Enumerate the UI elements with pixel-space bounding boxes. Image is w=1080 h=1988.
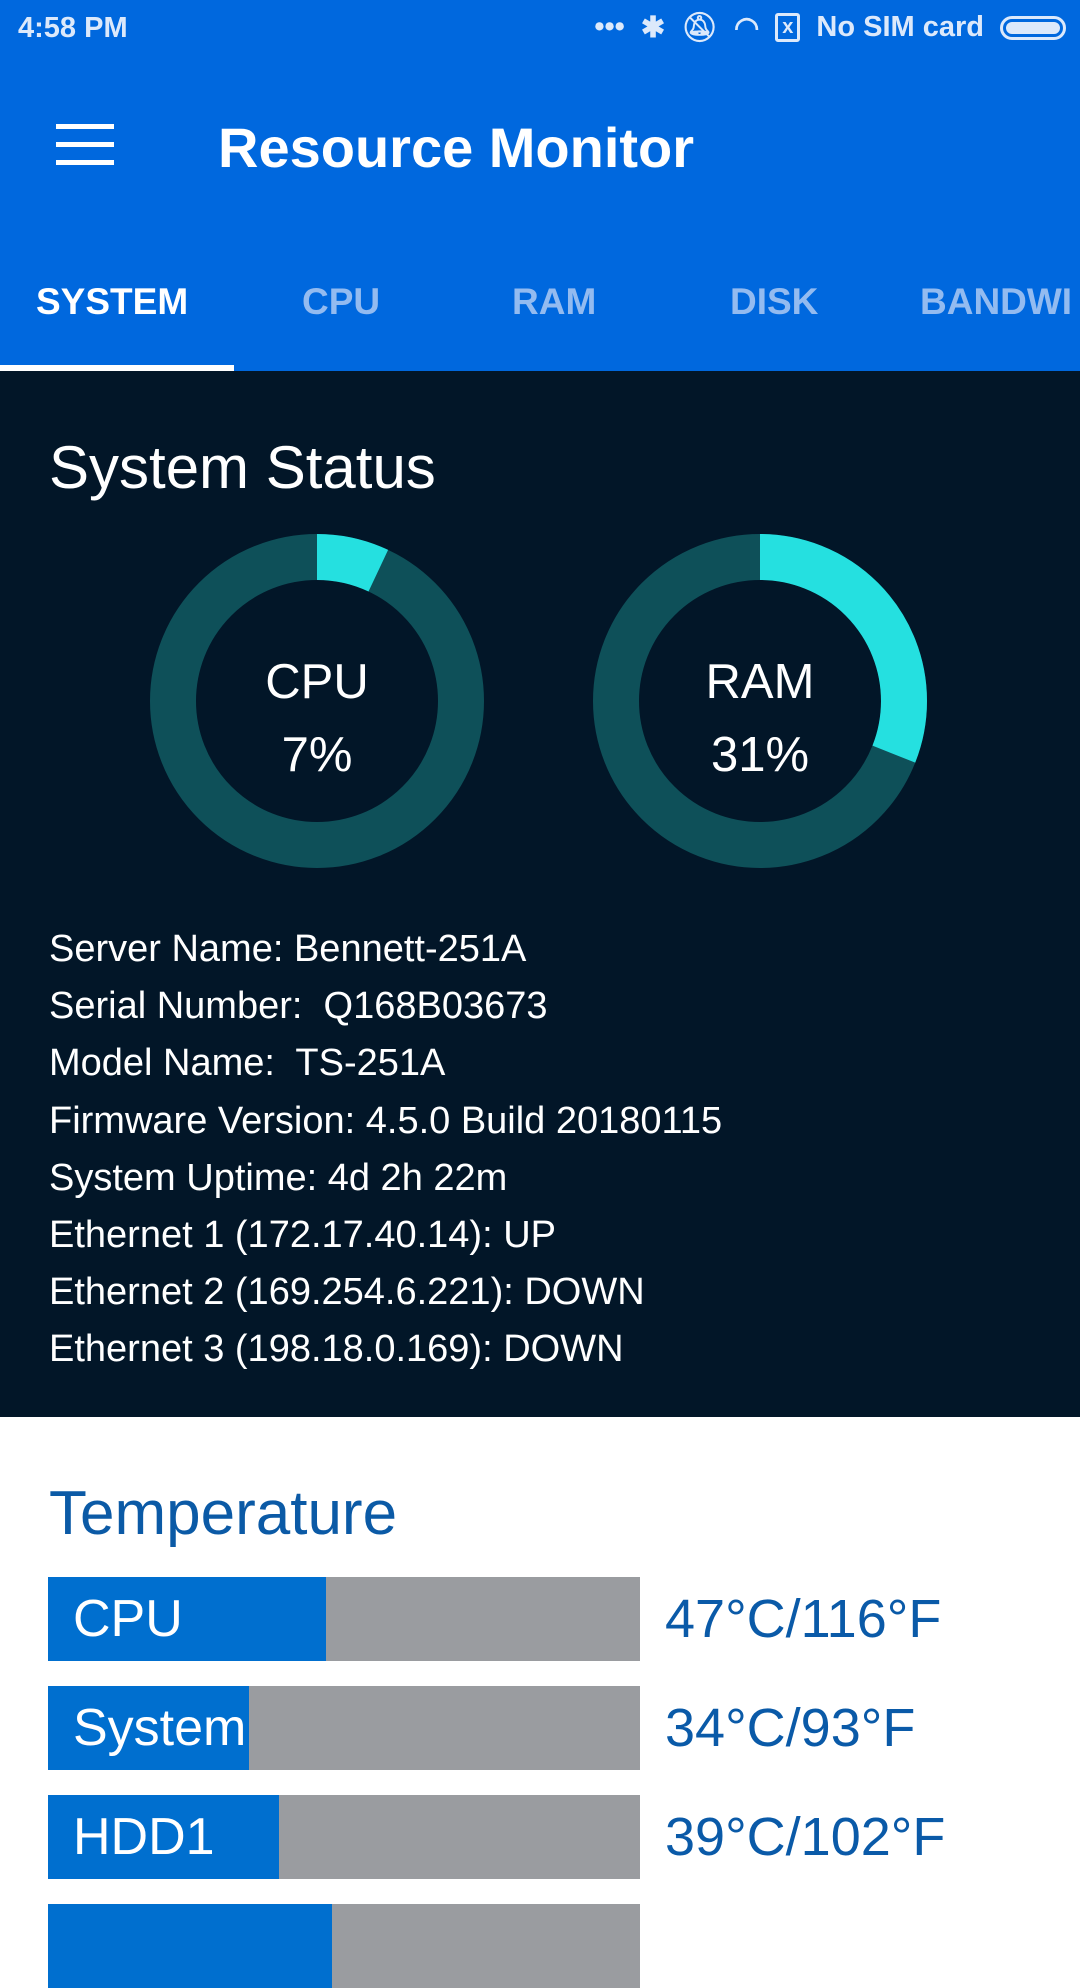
ethernet-3: Ethernet 3 (198.18.0.169): DOWN <box>49 1328 624 1371</box>
temp-value: 39°C/102°F <box>665 1807 946 1867</box>
wifi-icon: ◠ <box>733 12 760 44</box>
gauge-value: 31% <box>710 728 810 782</box>
ethernet-2: Ethernet 2 (169.254.6.221): DOWN <box>49 1271 645 1314</box>
system-status-section: System Status CPU 7% RAM 31% Server Name… <box>0 371 1080 1417</box>
bluetooth-icon: ✱ <box>640 12 666 44</box>
gauge-label: RAM <box>705 655 815 709</box>
temp-row-4 <box>48 1904 1080 1988</box>
tab-cpu[interactable]: CPU <box>302 262 380 371</box>
gauge-label: CPU <box>265 655 369 709</box>
firmware-version: Firmware Version: 4.5.0 Build 20180115 <box>49 1099 723 1142</box>
tab-system[interactable]: SYSTEM <box>36 262 188 371</box>
section-title: System Status <box>49 434 436 501</box>
temp-bar <box>48 1904 640 1988</box>
tab-bandwidth[interactable]: BANDWI <box>920 262 1072 371</box>
model-name: Model Name: TS-251A <box>49 1042 446 1085</box>
temp-value: 47°C/116°F <box>665 1589 942 1649</box>
hamburger-icon[interactable] <box>56 124 114 166</box>
temp-row-system: System 34°C/93°F <box>48 1686 1080 1770</box>
server-name: Server Name: Bennett-251A <box>49 928 527 970</box>
temp-label: System <box>73 1699 247 1757</box>
vibrate-off-icon: 🔕︎ <box>681 11 718 44</box>
system-uptime: System Uptime: 4d 2h 22m <box>49 1156 508 1199</box>
temp-value: 34°C/93°F <box>665 1698 916 1758</box>
status-time: 4:58 PM <box>18 12 128 44</box>
tab-disk[interactable]: DISK <box>730 262 818 371</box>
system-info: Server Name: Bennett-251A Serial Number:… <box>49 921 722 1379</box>
app-title: Resource Monitor <box>218 116 695 179</box>
temp-row-cpu: CPU 47°C/116°F <box>48 1577 1080 1661</box>
temp-bar: CPU <box>48 1577 640 1661</box>
temperature-title: Temperature <box>49 1479 398 1548</box>
tab-bar: SYSTEM CPU RAM DISK BANDWI <box>0 262 1080 371</box>
gauge-value: 7% <box>281 728 353 782</box>
battery-icon <box>1000 15 1066 40</box>
header: 4:58 PM ••• ✱ 🔕︎ ◠ x No SIM card Resourc… <box>0 0 1080 371</box>
temp-bar: System <box>48 1686 640 1770</box>
temp-bar: HDD1 <box>48 1795 640 1879</box>
ram-gauge: RAM 31% <box>590 531 930 871</box>
temp-bar-fill <box>48 1904 333 1988</box>
sim-off-icon: x <box>775 13 801 42</box>
ethernet-1: Ethernet 1 (172.17.40.14): UP <box>49 1214 556 1257</box>
status-icons: ••• ✱ 🔕︎ ◠ x No SIM card <box>594 10 1066 45</box>
serial-number: Serial Number: Q168B03673 <box>49 985 548 1028</box>
more-dots-icon: ••• <box>594 11 625 43</box>
carrier-text: No SIM card <box>816 11 984 43</box>
temp-row-hdd1: HDD1 39°C/102°F <box>48 1795 1080 1879</box>
temp-label: CPU <box>73 1590 183 1648</box>
temp-label: HDD1 <box>73 1808 215 1866</box>
tab-ram[interactable]: RAM <box>512 262 596 371</box>
cpu-gauge: CPU 7% <box>147 531 487 871</box>
